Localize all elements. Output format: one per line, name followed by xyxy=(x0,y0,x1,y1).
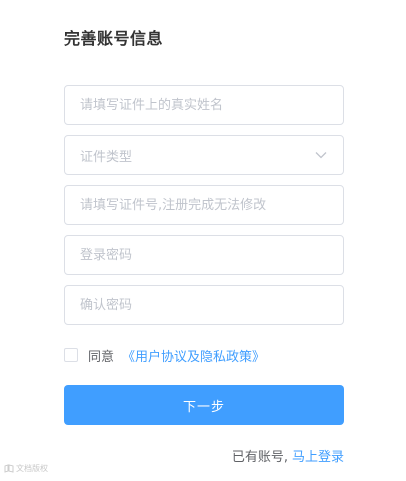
policy-link[interactable]: 《用户协议及隐私政策》 xyxy=(122,346,265,365)
id-type-select[interactable]: 证件类型 xyxy=(64,135,344,175)
confirm-password-input[interactable] xyxy=(80,286,328,324)
logo-icon xyxy=(4,464,14,473)
agreement-row: 同意 《用户协议及隐私政策》 xyxy=(64,346,265,365)
real-name-input[interactable] xyxy=(80,86,328,124)
id-type-placeholder: 证件类型 xyxy=(80,149,133,165)
agreement-checkbox[interactable] xyxy=(64,348,78,362)
page-title: 完善账号信息 xyxy=(64,29,164,48)
real-name-field[interactable] xyxy=(64,85,344,125)
login-row: 已有账号, 马上登录 xyxy=(232,446,344,465)
has-account-text: 已有账号, xyxy=(231,450,288,465)
login-link[interactable]: 马上登录 xyxy=(292,446,344,465)
id-number-input[interactable] xyxy=(80,186,328,224)
chevron-down-icon xyxy=(314,148,328,162)
agreement-label: 同意 xyxy=(88,349,115,365)
password-field[interactable] xyxy=(64,235,344,275)
confirm-password-field[interactable] xyxy=(64,285,344,325)
watermark: 文档版权 xyxy=(4,463,48,474)
password-input[interactable] xyxy=(80,236,328,274)
id-number-field[interactable] xyxy=(64,185,344,225)
watermark-text: 文档版权 xyxy=(16,464,48,473)
next-step-button[interactable]: 下一步 xyxy=(64,385,344,425)
